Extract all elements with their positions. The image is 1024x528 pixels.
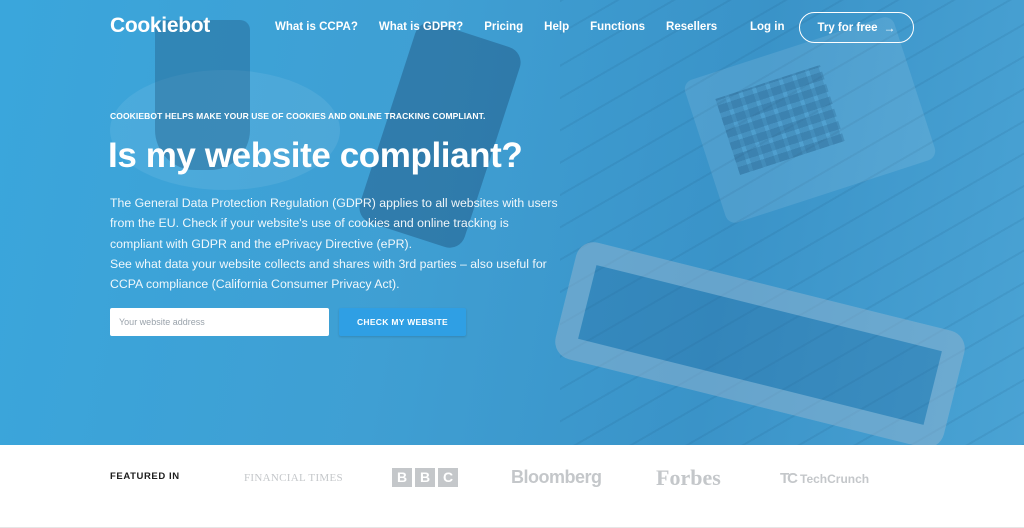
financial-times-logo: FINANCIAL TIMES xyxy=(244,472,343,484)
featured-in-bar: FEATURED IN FINANCIAL TIMES B B C Bloomb… xyxy=(0,445,1024,528)
nav-link-pricing[interactable]: Pricing xyxy=(484,21,523,33)
nav-link-help[interactable]: Help xyxy=(544,21,569,33)
nav-link-what-is-ccpa[interactable]: What is CCPA? xyxy=(275,21,358,33)
login-link[interactable]: Log in xyxy=(750,21,785,33)
arrow-right-icon: → xyxy=(883,20,896,35)
bbc-letter: C xyxy=(438,468,458,487)
try-for-free-button[interactable]: Try for free → xyxy=(799,12,914,43)
techcrunch-logo: TC TechCrunch xyxy=(780,470,869,487)
techcrunch-mark-icon: TC xyxy=(780,470,798,487)
cookiebot-logo[interactable]: Cookiebot xyxy=(110,14,210,38)
hero-paragraph-ccpa: See what data your website collects and … xyxy=(110,256,547,292)
bbc-logo: B B C xyxy=(392,468,458,487)
nav-link-functions[interactable]: Functions xyxy=(590,21,645,33)
nav-link-what-is-gdpr[interactable]: What is GDPR? xyxy=(379,21,463,33)
forbes-logo: Forbes xyxy=(656,465,721,490)
bloomberg-logo: Bloomberg xyxy=(511,467,602,487)
hero-section: Cookiebot What is CCPA? What is GDPR? Pr… xyxy=(0,0,1024,445)
nav-link-resellers[interactable]: Resellers xyxy=(666,21,717,33)
techcrunch-wordmark: TechCrunch xyxy=(800,471,870,486)
hero-headline: Is my website compliant? xyxy=(108,136,523,175)
check-my-website-button[interactable]: CHECK MY WEBSITE xyxy=(339,308,466,336)
hero-paragraph-gdpr: The General Data Protection Regulation (… xyxy=(110,196,558,251)
hero-description: The General Data Protection Regulation (… xyxy=(110,193,560,294)
bbc-letter: B xyxy=(392,468,412,487)
bbc-letter: B xyxy=(415,468,435,487)
website-address-input[interactable] xyxy=(110,308,329,336)
hero-eyebrow: COOKIEBOT HELPS MAKE YOUR USE OF COOKIES… xyxy=(110,111,486,121)
top-nav: Cookiebot What is CCPA? What is GDPR? Pr… xyxy=(0,0,1024,56)
nav-links: What is CCPA? What is GDPR? Pricing Help… xyxy=(275,21,738,33)
featured-in-label: FEATURED IN xyxy=(110,471,180,482)
try-for-free-label: Try for free xyxy=(817,21,878,34)
